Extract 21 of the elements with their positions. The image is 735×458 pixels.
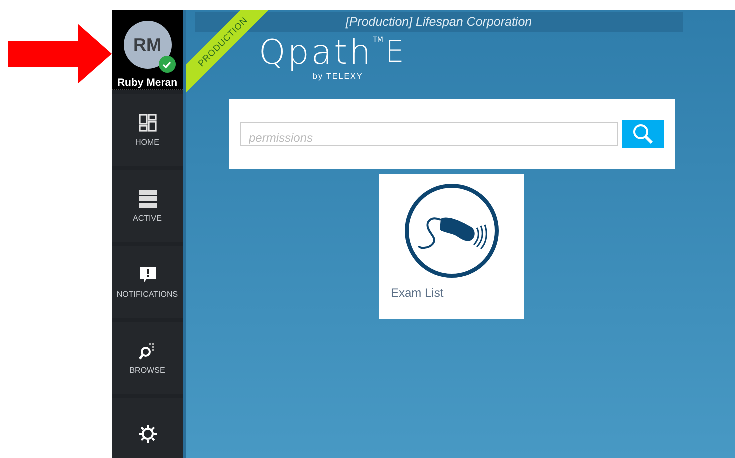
- sidebar-item[interactable]: [112, 398, 183, 458]
- search-field[interactable]: permissions: [240, 122, 618, 146]
- logo-name: Qpath: [259, 34, 374, 72]
- arrow-icon: [8, 24, 112, 84]
- logo-suffix: E: [385, 34, 404, 72]
- grid-icon: [138, 114, 156, 132]
- logo-byline: by TELEXY: [313, 72, 364, 81]
- sidebar-item[interactable]: ACTIVE: [112, 170, 183, 242]
- search-button[interactable]: [622, 120, 664, 148]
- search-icon: [138, 342, 156, 360]
- list-icon: [138, 190, 156, 208]
- alert-icon: [138, 266, 156, 284]
- ultrasound-probe-icon: [402, 182, 500, 280]
- window-title: [Production] Lifespan Corporation: [346, 15, 532, 29]
- sidebar-item[interactable]: NOTIFICATIONS: [112, 246, 183, 318]
- exam-list-tile[interactable]: Exam List: [379, 174, 524, 319]
- search-icon: [632, 123, 654, 145]
- settings-icon: [138, 424, 158, 444]
- user-name: Ruby Meran: [117, 77, 178, 89]
- sidebar-item[interactable]: HOME: [112, 94, 183, 166]
- sidebar-item[interactable]: BROWSE: [112, 322, 183, 394]
